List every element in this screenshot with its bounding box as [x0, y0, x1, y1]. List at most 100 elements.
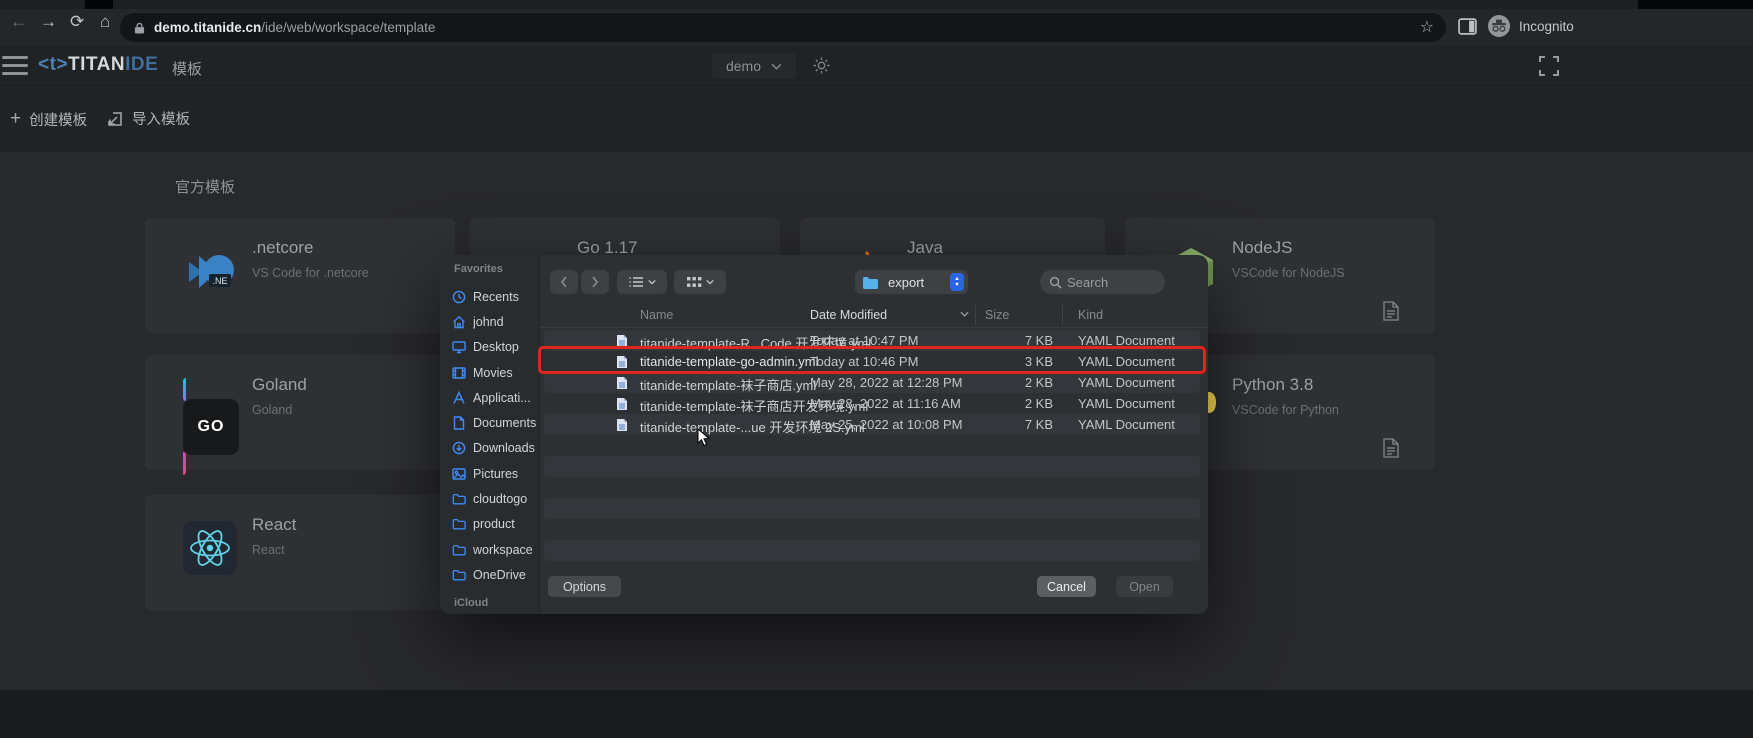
list-view-icon: [629, 276, 644, 288]
create-template-button[interactable]: + 创建模板: [10, 108, 87, 130]
file-kind: YAML Document: [1078, 417, 1175, 432]
url-text: demo.titanide.cn/ide/web/workspace/templ…: [154, 20, 435, 35]
card-title: Goland: [252, 375, 307, 395]
empty-row: [440, 540, 1208, 561]
options-button[interactable]: Options: [548, 576, 621, 597]
empty-row: [440, 456, 1208, 477]
clock-icon: [452, 290, 466, 304]
file-size: 7 KB: [985, 333, 1053, 348]
address-bar[interactable]: demo.titanide.cn/ide/web/workspace/templ…: [120, 13, 1446, 42]
card-subtitle: React: [252, 543, 285, 557]
search-placeholder: Search: [1067, 275, 1108, 290]
file-name: titanide-template-R...Code 开发环境.yml: [640, 333, 800, 352]
file-size: 7 KB: [985, 417, 1053, 432]
sidebar-item-onedrive[interactable]: OneDrive: [440, 562, 540, 587]
file-date: May 28, 2022 at 12:28 PM: [810, 375, 962, 390]
dialog-back-button[interactable]: [550, 270, 578, 294]
file-row[interactable]: titanide-template-...ue 开发环境 2S.yml May …: [440, 414, 1208, 435]
chevron-down-icon: [648, 279, 656, 285]
dialog-forward-button[interactable]: [581, 270, 609, 294]
column-header-kind[interactable]: Kind: [1078, 308, 1103, 322]
file-list: titanide-template-R...Code 开发环境.yml Toda…: [440, 330, 1208, 561]
fullscreen-icon[interactable]: [1538, 55, 1560, 77]
screen: ← → ⟳ ⌂ demo.titanide.cn/ide/web/workspa…: [0, 0, 1753, 738]
chevron-down-icon: [771, 63, 782, 70]
svg-text:.NE: .NE: [212, 276, 227, 286]
column-header-date-modified[interactable]: Date Modified: [810, 308, 887, 322]
cancel-button[interactable]: Cancel: [1037, 576, 1096, 597]
list-view-button[interactable]: [617, 270, 667, 294]
page-title: 模板: [172, 58, 202, 79]
mouse-cursor: [697, 428, 711, 448]
dialog-search-field[interactable]: Search: [1040, 270, 1165, 294]
current-folder-name: export: [888, 275, 924, 290]
hamburger-menu-icon[interactable]: [0, 55, 30, 77]
file-kind: YAML Document: [1078, 354, 1175, 369]
gear-icon[interactable]: [812, 56, 831, 75]
template-file-icon[interactable]: [1383, 301, 1399, 321]
side-panel-icon[interactable]: [1458, 17, 1477, 36]
empty-row: [440, 519, 1208, 540]
folder-icon: [452, 569, 466, 581]
chevron-down-icon: [706, 279, 714, 285]
file-name: titanide-template-袜子商店.yml: [640, 375, 800, 394]
favorites-section-label: Favorites: [454, 263, 503, 275]
reload-icon[interactable]: ⟳: [70, 12, 84, 32]
url-domain: demo.titanide.cn: [154, 20, 261, 35]
file-row[interactable]: titanide-template-袜子商店.yml May 28, 2022 …: [440, 372, 1208, 393]
sidebar-item-recents[interactable]: Recents: [440, 284, 540, 309]
card-title: Python 3.8: [1232, 375, 1313, 395]
file-date: May 28, 2022 at 11:16 AM: [810, 396, 961, 411]
page-bottom-strip: [0, 690, 1753, 738]
column-divider: [1062, 305, 1063, 325]
file-kind: YAML Document: [1078, 375, 1175, 390]
bookmark-star-icon[interactable]: ☆: [1420, 17, 1434, 37]
file-size: 2 KB: [985, 375, 1053, 390]
open-button[interactable]: Open: [1116, 576, 1173, 597]
file-size: 3 KB: [985, 354, 1053, 369]
file-kind: YAML Document: [1078, 333, 1175, 348]
file-name: titanide-template-go-admin.yml: [640, 354, 800, 369]
current-folder-dropdown[interactable]: export ▲▼: [855, 270, 968, 294]
yaml-file-icon: [616, 334, 628, 348]
import-icon: [106, 110, 124, 128]
template-card-netcore[interactable]: .NE .netcore VS Code for .netcore: [145, 218, 455, 333]
empty-row: [440, 477, 1208, 498]
file-size: 2 KB: [985, 396, 1053, 411]
grid-view-icon: [687, 276, 702, 289]
icloud-section-label: iCloud: [454, 597, 488, 609]
environment-select[interactable]: demo: [712, 53, 796, 79]
file-date: Today at 10:47 PM: [810, 333, 918, 348]
card-title: .netcore: [252, 238, 313, 258]
browser-tab-fragment[interactable]: [85, 0, 113, 9]
yaml-file-icon: [616, 355, 628, 369]
group-view-button[interactable]: [674, 270, 726, 294]
home-icon[interactable]: ⌂: [100, 12, 110, 32]
section-title: 官方模板: [175, 176, 235, 197]
incognito-avatar-icon[interactable]: [1487, 14, 1511, 38]
file-row-highlighted[interactable]: titanide-template-go-admin.yml Today at …: [440, 351, 1208, 372]
template-file-icon[interactable]: [1383, 438, 1399, 458]
search-icon: [1049, 276, 1062, 289]
file-row[interactable]: titanide-template-R...Code 开发环境.yml Toda…: [440, 330, 1208, 351]
yaml-file-icon: [616, 418, 628, 432]
card-subtitle: VS Code for .netcore: [252, 266, 369, 280]
file-name: titanide-template-...ue 开发环境 2S.yml: [640, 417, 800, 436]
import-template-button[interactable]: 导入模板: [106, 108, 190, 129]
column-header-name[interactable]: Name: [640, 308, 673, 322]
column-header-size[interactable]: Size: [985, 308, 1009, 322]
card-title: React: [252, 515, 296, 535]
file-row[interactable]: titanide-template-袜子商店开发环境.yml May 28, 2…: [440, 393, 1208, 414]
forward-icon[interactable]: →: [40, 12, 57, 32]
app-header: <t>TITANIDE 模板 demo: [0, 46, 1753, 86]
titanide-logo[interactable]: <t>TITANIDE: [38, 54, 158, 76]
card-subtitle: VSCode for NodeJS: [1232, 266, 1345, 280]
sort-chevron-icon[interactable]: [960, 311, 969, 317]
file-date: May 25, 2022 at 10:08 PM: [810, 417, 962, 432]
environment-name: demo: [726, 58, 761, 74]
back-icon[interactable]: ←: [10, 12, 27, 32]
template-card-goland[interactable]: GO Goland Goland: [145, 355, 455, 470]
file-kind: YAML Document: [1078, 396, 1175, 411]
stepper-icon: ▲▼: [950, 273, 964, 291]
template-card-react[interactable]: React React: [145, 495, 455, 610]
